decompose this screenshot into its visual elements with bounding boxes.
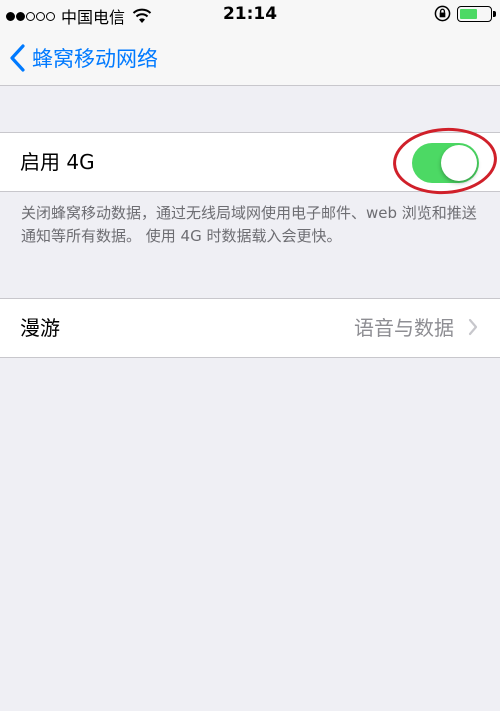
status-time: 21:14 — [222, 4, 278, 24]
roaming-label: 漫游 — [20, 316, 60, 340]
screen: 中国电信 21:14 蜂窝移动网络 启用 4G 关闭蜂窝移动数据，通过无线局域网… — [0, 0, 500, 711]
rotation-lock-icon — [434, 5, 451, 22]
back-button[interactable]: 蜂窝移动网络 — [8, 30, 158, 86]
battery-level — [460, 8, 478, 19]
chevron-left-icon — [10, 44, 25, 72]
roaming-row-group: 漫游 语音与数据 — [0, 298, 500, 358]
roaming-row[interactable]: 漫游 语音与数据 — [0, 299, 500, 357]
nav-bar: 蜂窝移动网络 — [0, 30, 500, 86]
enable-4g-footer-note: 关闭蜂窝移动数据，通过无线局域网使用电子邮件、web 浏览和推送通知等所有数据。… — [21, 204, 477, 245]
battery-icon — [457, 5, 496, 22]
back-label: 蜂窝移动网络 — [32, 47, 158, 71]
chevron-right-icon — [468, 318, 478, 336]
status-bar: 中国电信 21:14 — [0, 0, 500, 30]
roaming-value: 语音与数据 — [354, 316, 454, 340]
battery-nub — [493, 10, 496, 17]
enable-4g-label: 启用 4G — [20, 150, 95, 174]
status-right — [434, 5, 496, 22]
